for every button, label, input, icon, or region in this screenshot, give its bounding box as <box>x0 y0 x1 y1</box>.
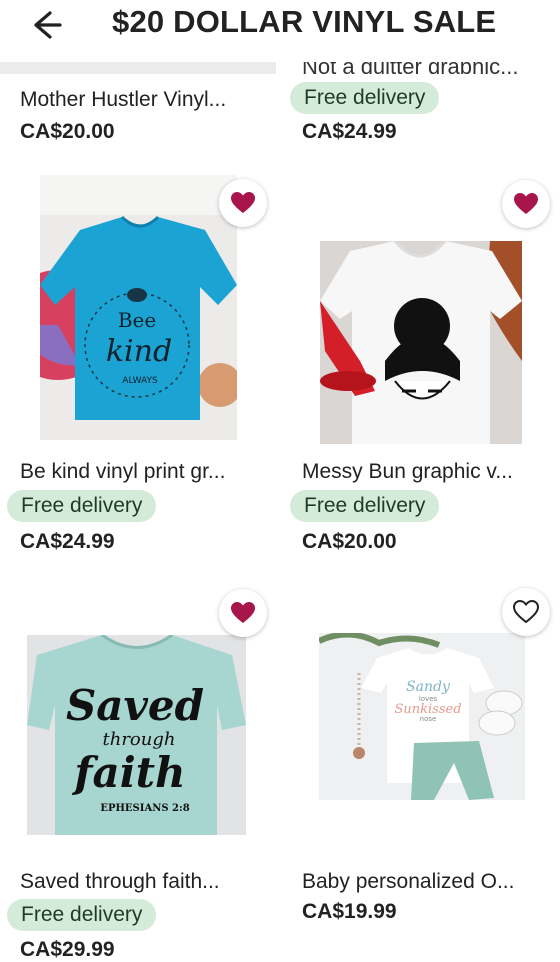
favorite-button[interactable] <box>502 588 550 636</box>
free-delivery-badge: Free delivery <box>290 490 440 522</box>
heart-filled-icon <box>231 192 255 213</box>
product-image-partial[interactable] <box>0 62 276 74</box>
free-delivery-badge: Free delivery <box>290 82 440 114</box>
favorite-button[interactable] <box>502 180 550 228</box>
art-text: ALWAYS <box>122 376 158 386</box>
favorite-button[interactable] <box>219 179 267 227</box>
product-image[interactable] <box>320 241 522 444</box>
product-price: CA$19.99 <box>302 900 397 923</box>
heart-outline-icon <box>513 600 539 624</box>
messy-bun-shirt-image <box>320 241 522 444</box>
back-button[interactable] <box>28 8 68 42</box>
free-delivery-badge: Free delivery <box>7 490 157 522</box>
art-text: EPHESIANS 2:8 <box>100 803 189 814</box>
heart-filled-icon <box>514 193 538 214</box>
product-price: CA$20.00 <box>302 530 397 553</box>
product-name[interactable]: Mother Hustler Vinyl... <box>20 88 226 112</box>
product-price: CA$24.99 <box>20 530 115 553</box>
art-text: through <box>103 729 176 750</box>
product-image[interactable]: Saved through faith EPHESIANS 2:8 <box>27 635 246 835</box>
page-title: $20 DOLLAR VINYL SALE <box>112 4 497 39</box>
product-image[interactable]: Bee kind ALWAYS <box>40 175 237 440</box>
product-name[interactable]: Baby personalized O... <box>302 870 514 894</box>
product-price: CA$29.99 <box>20 938 115 961</box>
art-text: kind <box>106 334 172 369</box>
art-text: Sandy <box>406 679 451 695</box>
arrow-left-icon <box>34 11 62 39</box>
free-delivery-badge: Free delivery <box>7 899 157 931</box>
art-text: Saved <box>66 681 204 730</box>
art-text: faith <box>71 748 185 797</box>
app-header: $20 DOLLAR VINYL SALE <box>0 0 560 62</box>
be-kind-shirt-image: Bee kind ALWAYS <box>40 175 237 440</box>
favorite-button[interactable] <box>219 589 267 637</box>
product-price: CA$20.00 <box>20 120 115 143</box>
product-name[interactable]: Saved through faith... <box>20 870 220 894</box>
art-text: nose <box>420 715 437 723</box>
baby-onesie-image: Sandy loves Sunkissed nose <box>319 633 525 800</box>
product-price: CA$24.99 <box>302 120 397 143</box>
product-image[interactable]: Sandy loves Sunkissed nose <box>319 633 525 800</box>
product-name[interactable]: Be kind vinyl print gr... <box>20 460 225 484</box>
heart-filled-icon <box>231 602 255 623</box>
product-name[interactable]: Messy Bun graphic v... <box>302 460 513 484</box>
saved-through-faith-shirt-image: Saved through faith EPHESIANS 2:8 <box>27 635 246 835</box>
art-text: Bee <box>118 308 156 332</box>
